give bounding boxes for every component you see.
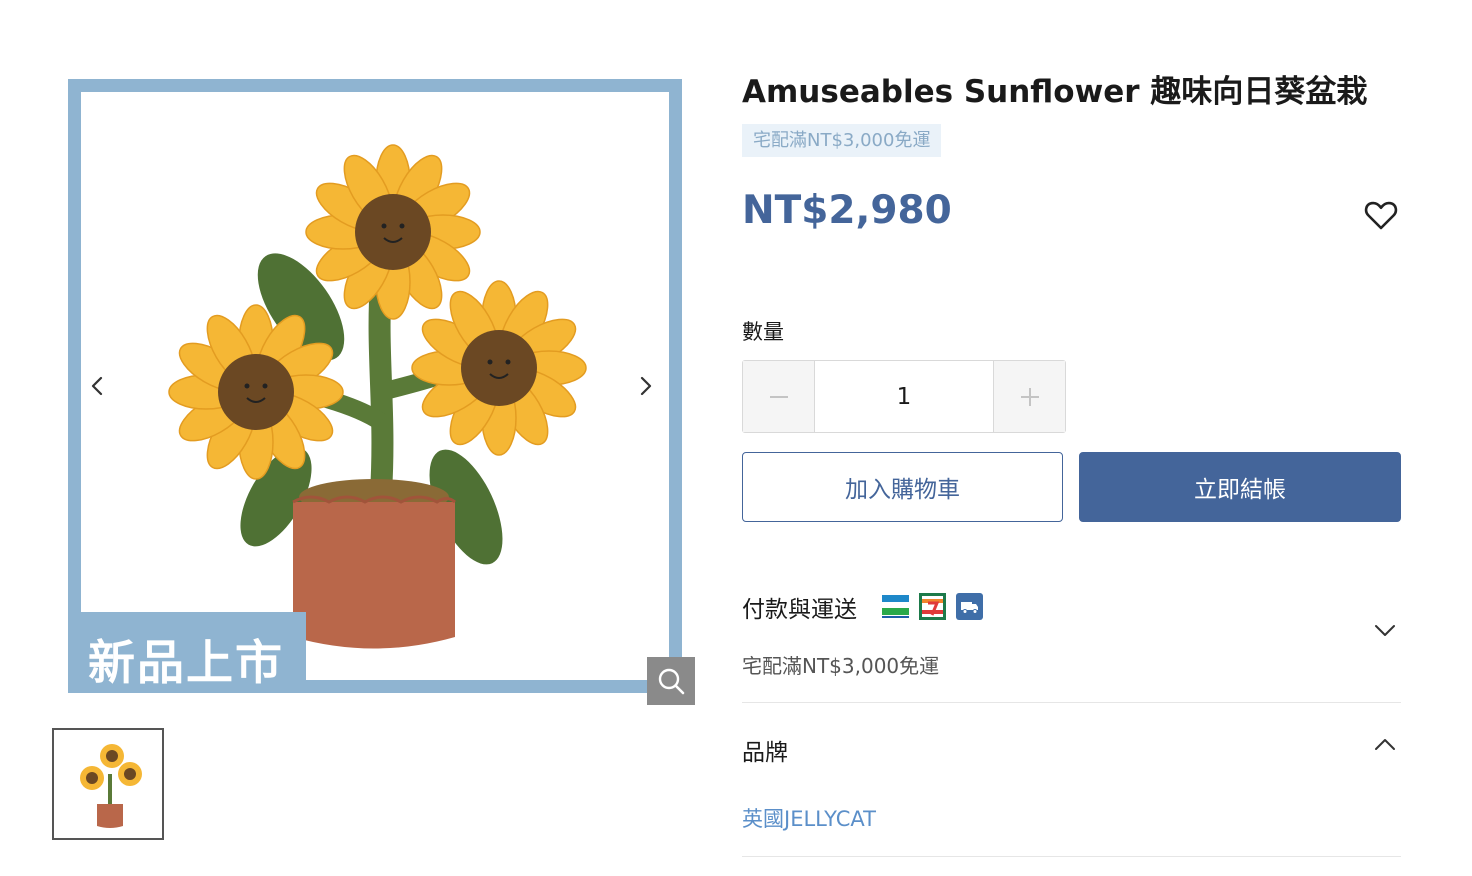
gallery-prev-button[interactable] [82, 371, 112, 401]
buy-now-button[interactable]: 立即結帳 [1079, 452, 1401, 522]
magnifier-icon [658, 668, 685, 695]
product-price: NT$2,980 [742, 188, 952, 233]
delivery-truck-icon [956, 593, 983, 620]
quantity-decrement-button[interactable] [743, 361, 815, 432]
chevron-up-icon [1375, 739, 1395, 750]
new-arrival-badge: 新品上市 [68, 612, 306, 693]
payment-icons [882, 593, 983, 620]
chevron-left-icon [91, 376, 103, 396]
wishlist-button[interactable] [1362, 196, 1400, 234]
brand-name-link[interactable]: 英國JELLYCAT [742, 803, 876, 833]
product-image-frame [68, 79, 682, 693]
plus-icon [1020, 387, 1039, 406]
quantity-label: 數量 [742, 320, 784, 344]
section-divider [742, 702, 1401, 703]
seven-eleven-icon [919, 593, 946, 620]
payment-expand-toggle[interactable] [1371, 616, 1399, 644]
brand-section-title[interactable]: 品牌 [742, 733, 788, 767]
thumbnail-image [80, 744, 142, 828]
chevron-right-icon [640, 376, 652, 396]
zoom-button[interactable] [647, 657, 695, 705]
quantity-increment-button[interactable] [993, 361, 1065, 432]
familymart-icon [882, 593, 909, 620]
payment-shipping-title[interactable]: 付款與運送 [742, 590, 857, 624]
product-title: Amuseables Sunflower 趣味向日葵盆栽 [742, 74, 1368, 110]
payment-shipping-subtitle: 宅配滿NT$3,000免運 [742, 654, 940, 678]
product-main-image[interactable] [81, 92, 669, 680]
gallery-next-button[interactable] [631, 371, 661, 401]
quantity-input[interactable] [815, 361, 993, 432]
add-to-cart-button[interactable]: 加入購物車 [742, 452, 1063, 522]
quantity-stepper [742, 360, 1066, 433]
section-divider [742, 856, 1401, 857]
brand-collapse-toggle[interactable] [1371, 731, 1399, 759]
sunflower-plush-image [168, 144, 587, 649]
heart-outline-icon [1364, 201, 1398, 230]
minus-icon [769, 395, 788, 398]
new-arrival-badge-text: 新品上市 [88, 636, 284, 691]
free-shipping-tag: 宅配滿NT$3,000免運 [742, 124, 942, 157]
product-thumbnail[interactable] [52, 728, 164, 840]
chevron-down-icon [1375, 625, 1395, 636]
